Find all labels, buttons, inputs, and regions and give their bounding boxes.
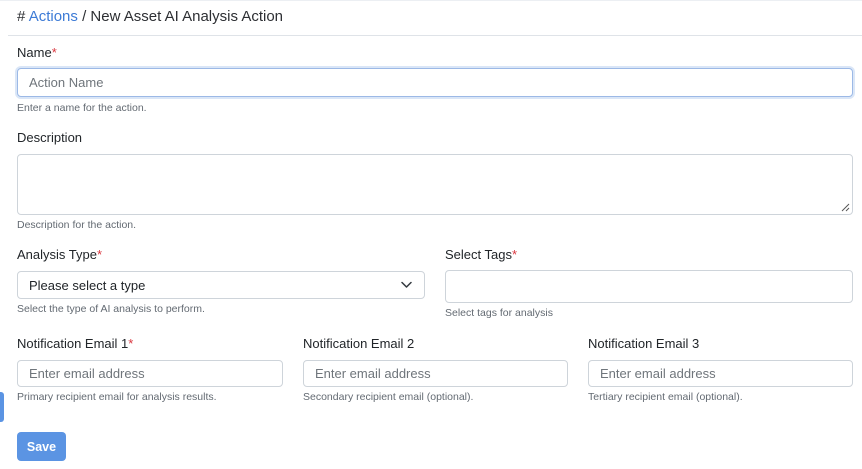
top-border	[0, 0, 862, 1]
tags-help: Select tags for analysis	[445, 307, 553, 319]
email2-input[interactable]	[303, 360, 568, 387]
email1-required-mark: *	[128, 336, 134, 351]
description-label: Description	[17, 130, 83, 145]
name-label-text: Name	[17, 45, 52, 60]
name-label: Name*	[17, 45, 57, 61]
email2-help: Secondary recipient email (optional).	[303, 391, 474, 403]
analysis-type-label-text: Analysis Type	[17, 247, 97, 262]
header-divider	[8, 35, 862, 36]
analysis-type-select[interactable]: Please select a type	[17, 271, 425, 299]
name-help: Enter a name for the action.	[17, 102, 147, 114]
email1-help: Primary recipient email for analysis res…	[17, 391, 217, 403]
analysis-type-required-mark: *	[96, 247, 103, 262]
tags-input[interactable]	[445, 270, 853, 303]
breadcrumb-hash: #	[17, 8, 26, 25]
tags-label-text: Select Tags	[445, 247, 512, 262]
breadcrumb-link-actions[interactable]: Actions	[29, 8, 78, 25]
breadcrumb-separator: /	[82, 8, 87, 25]
email3-help: Tertiary recipient email (optional).	[588, 391, 743, 403]
analysis-type-help: Select the type of AI analysis to perfor…	[17, 303, 205, 315]
email1-label: Notification Email 1*	[17, 336, 133, 352]
description-help: Description for the action.	[17, 219, 137, 231]
save-button[interactable]: Save	[17, 432, 66, 461]
email1-label-text: Notification Email 1	[17, 336, 129, 351]
resize-grip-icon[interactable]	[841, 203, 850, 212]
analysis-type-label: Analysis Type*	[17, 247, 102, 263]
email1-input[interactable]	[17, 360, 283, 387]
action-name-input[interactable]	[17, 68, 853, 97]
breadcrumb: # Actions / New Asset AI Analysis Action	[17, 8, 283, 26]
email2-label: Notification Email 2	[303, 336, 415, 351]
tags-required-mark: *	[511, 247, 518, 262]
breadcrumb-current: New Asset AI Analysis Action	[90, 8, 284, 25]
tags-label: Select Tags*	[445, 247, 517, 263]
analysis-type-selected: Please select a type	[29, 277, 146, 293]
chevron-down-icon	[401, 281, 412, 288]
side-tab-handle[interactable]	[0, 392, 4, 422]
email3-label: Notification Email 3	[588, 336, 700, 351]
description-textarea[interactable]	[17, 154, 853, 215]
name-required-mark: *	[51, 45, 57, 60]
email3-input[interactable]	[588, 360, 853, 387]
